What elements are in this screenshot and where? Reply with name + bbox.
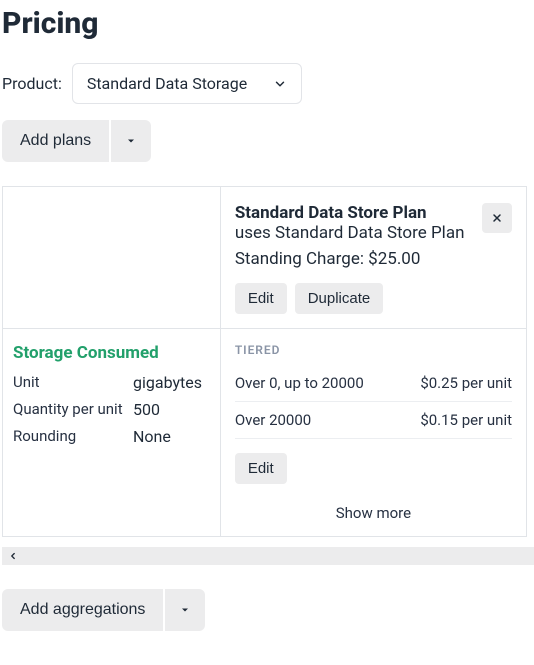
tier-caption: TIERED [235,343,512,357]
caret-down-icon [125,135,137,147]
tier-edit-button[interactable]: Edit [235,453,287,484]
plan-uses: uses Standard Data Store Plan [235,223,465,243]
tier-price: $0.15 per unit [420,411,512,429]
agg-key-unit: Unit [13,373,133,392]
agg-val-unit: gigabytes [133,373,210,392]
product-selected-value: Standard Data Storage [87,74,247,93]
caret-down-icon [179,604,191,616]
chevron-left-icon [8,551,18,561]
plan-edit-button[interactable]: Edit [235,283,287,314]
add-aggregations-caret-button[interactable] [165,589,205,631]
agg-val-rounding: None [133,427,210,446]
add-plans-caret-button[interactable] [111,120,151,162]
add-aggregations-split-button: Add aggregations [2,589,205,631]
plan-standing-charge: Standing Charge: $25.00 [235,249,465,269]
tier-cell: TIERED Over 0, up to 20000 $0.25 per uni… [221,329,526,536]
plan-close-button[interactable] [482,203,512,233]
agg-key-qty: Quantity per unit [13,400,133,419]
horizontal-scrollbar[interactable] [2,547,534,565]
add-plans-button[interactable]: Add plans [2,120,109,162]
chevron-down-icon [273,77,287,91]
plan-title: Standard Data Store Plan [235,203,465,223]
tier-range: Over 0, up to 20000 [235,374,364,392]
agg-val-qty: 500 [133,400,210,419]
add-plans-split-button: Add plans [2,120,151,162]
add-aggregations-button[interactable]: Add aggregations [2,589,163,631]
scroll-left-button[interactable] [2,547,24,565]
tier-row: Over 0, up to 20000 $0.25 per unit [235,365,512,402]
empty-cell [3,187,221,329]
product-label: Product: [2,74,62,93]
tier-row: Over 20000 $0.15 per unit [235,402,512,439]
tier-range: Over 20000 [235,411,311,429]
product-select[interactable]: Standard Data Storage [72,63,302,104]
plan-card: Standard Data Store Plan uses Standard D… [221,187,526,328]
tier-show-more[interactable]: Show more [235,504,512,522]
aggregation-name[interactable]: Storage Consumed [13,343,210,363]
pricing-table: Standard Data Store Plan uses Standard D… [2,186,527,537]
page-title: Pricing [2,6,532,41]
plan-duplicate-button[interactable]: Duplicate [295,283,384,314]
agg-key-rounding: Rounding [13,427,133,446]
aggregation-cell: Storage Consumed Unit gigabytes Quantity… [3,329,220,462]
tier-price: $0.25 per unit [420,374,512,392]
close-icon [491,212,503,224]
product-row: Product: Standard Data Storage [2,63,532,104]
